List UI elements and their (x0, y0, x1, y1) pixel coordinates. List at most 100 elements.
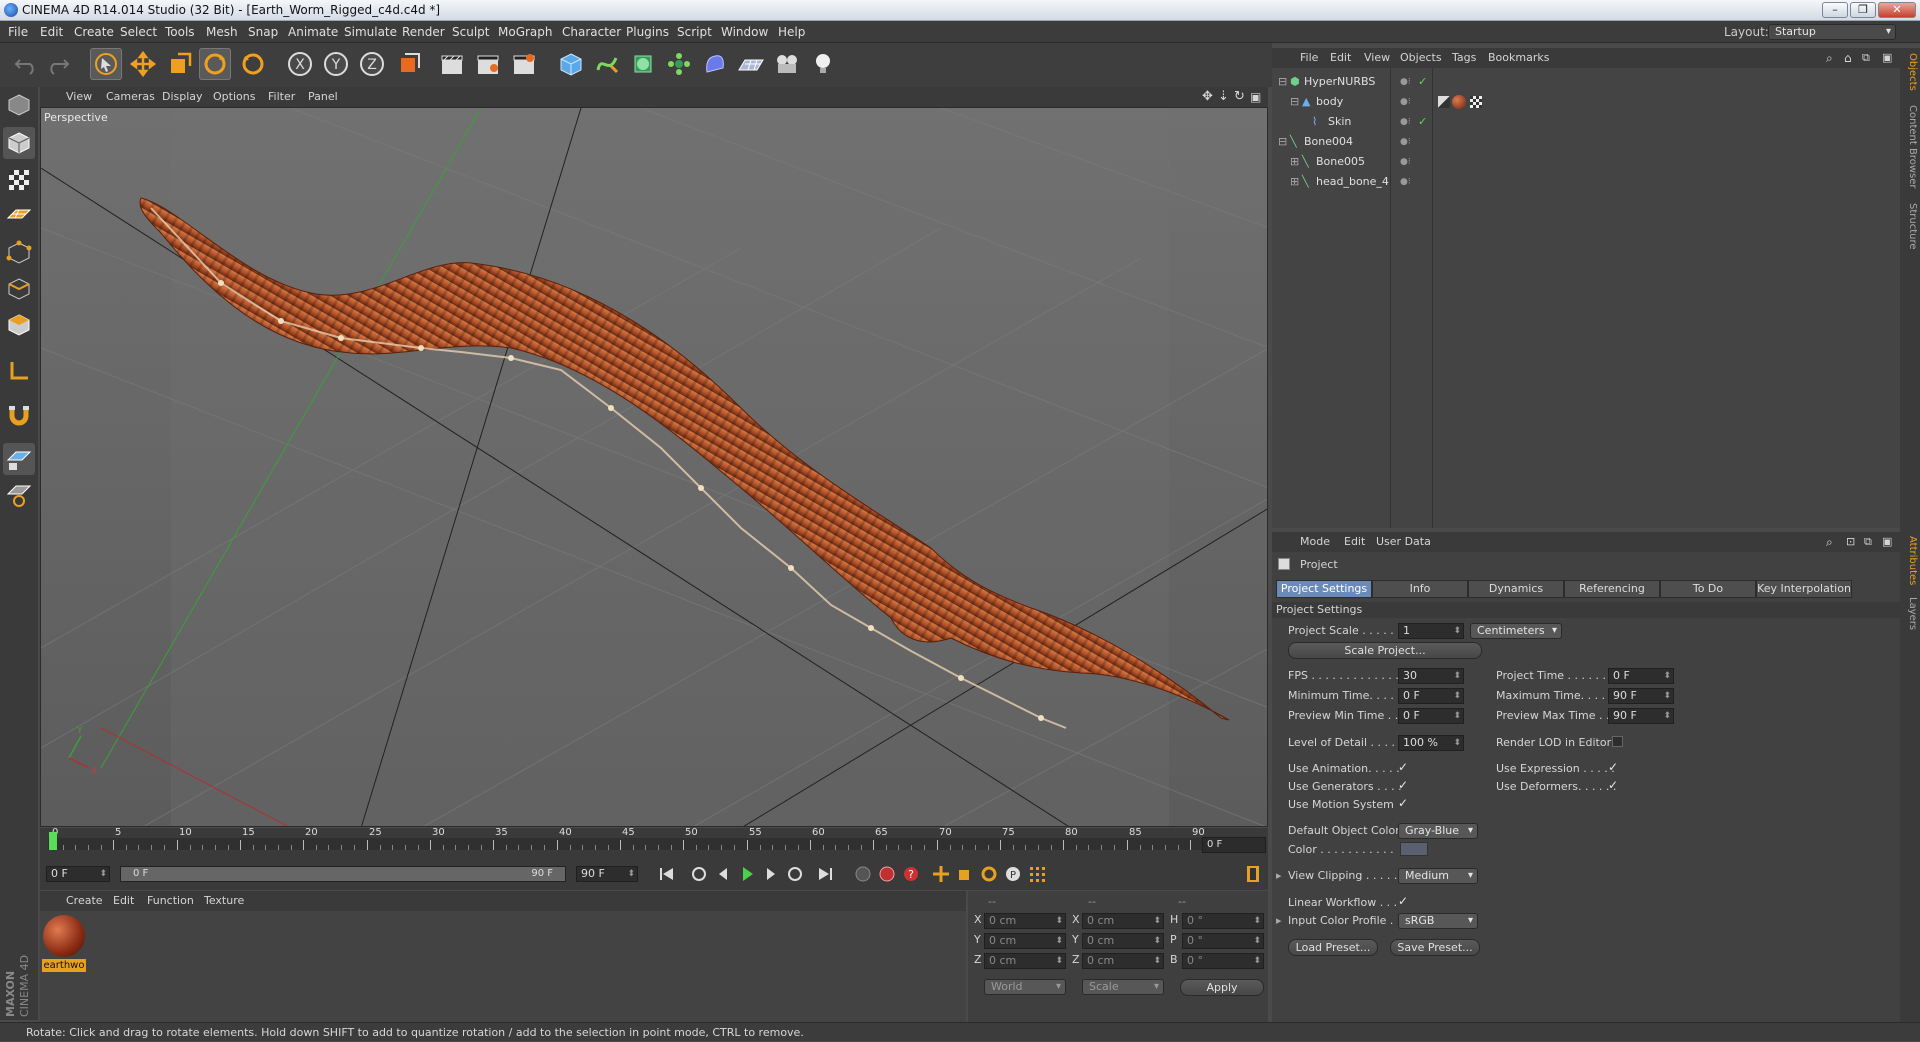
input-profile-dropdown[interactable]: sRGB (1398, 913, 1478, 929)
project-scale-unit-dropdown[interactable]: Centimeters (1470, 623, 1562, 639)
snap-toggle-button[interactable] (3, 399, 35, 431)
add-cube-button[interactable] (555, 48, 587, 80)
coordinate-space-dropdown[interactable]: World (984, 979, 1066, 995)
scale-tool-button[interactable] (164, 48, 196, 80)
prev-key-button[interactable] (686, 861, 712, 887)
tab-dynamics[interactable]: Dynamics (1468, 580, 1564, 598)
rotate-tool-button[interactable] (199, 48, 231, 80)
play-button[interactable] (734, 861, 760, 887)
material-menu-function[interactable]: Function (147, 891, 194, 911)
rotation-h-field[interactable]: 0 ° (1182, 913, 1264, 929)
menu-sculpt[interactable]: Sculpt (452, 21, 489, 43)
position-z-field[interactable]: 0 cm (984, 953, 1066, 969)
object-row-hypernurbs[interactable]: ⊟ ⬢ HyperNURBS ●⁝ ✓ (1272, 72, 1900, 92)
viewport-zoom-icon[interactable]: ⇣ (1218, 87, 1229, 107)
viewport-menu-view[interactable]: View (66, 87, 92, 107)
viewport-rotate-icon[interactable]: ↻ (1234, 87, 1245, 107)
menu-file[interactable]: File (8, 21, 28, 43)
menu-help[interactable]: Help (778, 21, 805, 43)
timeline-ruler[interactable]: 051015202530354045505560657075808590 0 F (40, 827, 1268, 858)
attr-maximize-icon[interactable]: ▣ (1882, 532, 1892, 552)
object-row-bone005[interactable]: ⊞ ╲ Bone005 ●⁝ (1272, 152, 1900, 172)
new-attr-view-icon[interactable]: ⧉ (1864, 532, 1872, 552)
preview-min-field[interactable]: 0 F (1398, 708, 1464, 724)
planar-workplane-button[interactable] (3, 479, 35, 511)
render-view-button[interactable] (436, 48, 468, 80)
objects-menu-view[interactable]: View (1364, 48, 1390, 68)
key-pla-button[interactable] (1024, 861, 1050, 887)
tab-project-settings[interactable]: Project Settings (1276, 580, 1372, 598)
menu-create[interactable]: Create (74, 21, 114, 43)
maximize-button[interactable]: ❐ (1850, 2, 1876, 18)
default-color-dropdown[interactable]: Gray-Blue (1398, 823, 1478, 839)
attr-search-icon[interactable]: ⌕ (1826, 532, 1833, 552)
viewport-move-icon[interactable]: ✥ (1202, 87, 1213, 107)
axis-mode-button[interactable] (3, 355, 35, 387)
timeline-layout-button[interactable] (1240, 861, 1266, 887)
menu-simulate[interactable]: Simulate (344, 21, 397, 43)
color-swatch[interactable] (1400, 842, 1428, 856)
preview-max-field[interactable]: 90 F (1608, 708, 1674, 724)
texture-tag-icon[interactable] (1438, 96, 1450, 108)
menu-mesh[interactable]: Mesh (206, 21, 238, 43)
workplane-mode-button[interactable] (3, 199, 35, 231)
viewport-maximize-icon[interactable]: ▣ (1250, 87, 1261, 107)
position-x-field[interactable]: 0 cm (984, 913, 1066, 929)
fps-field[interactable]: 30 (1398, 668, 1464, 684)
objects-menu-edit[interactable]: Edit (1330, 48, 1351, 68)
add-light-button[interactable] (807, 48, 839, 80)
lod-field[interactable]: 100 % (1398, 735, 1464, 751)
render-settings-button[interactable] (508, 48, 540, 80)
current-frame-field[interactable]: 0 F (1202, 837, 1266, 853)
menu-tools[interactable]: Tools (165, 21, 195, 43)
start-frame-field[interactable]: 0 F (46, 866, 110, 882)
attr-menu-mode[interactable]: Mode (1300, 532, 1330, 552)
move-tool-button[interactable] (127, 48, 159, 80)
y-axis-lock-button[interactable]: Y (320, 48, 352, 80)
object-row-bone004[interactable]: ⊟ ╲ Bone004 ●⁝ (1272, 132, 1900, 152)
add-array-button[interactable] (663, 48, 695, 80)
z-axis-lock-button[interactable]: Z (356, 48, 388, 80)
points-mode-button[interactable] (3, 237, 35, 269)
view-clipping-dropdown[interactable]: Medium (1398, 868, 1478, 884)
viewport-menu-cameras[interactable]: Cameras (106, 87, 155, 107)
position-y-field[interactable]: 0 cm (984, 933, 1066, 949)
load-preset-button[interactable]: Load Preset... (1288, 939, 1378, 956)
next-frame-button[interactable] (758, 861, 784, 887)
redo-button[interactable] (42, 48, 74, 80)
use-generators-checkbox[interactable]: ✓ (1398, 779, 1410, 791)
record-keys-button[interactable] (850, 861, 876, 887)
workplane-lock-button[interactable] (3, 443, 35, 475)
rotation-b-field[interactable]: 0 ° (1182, 953, 1264, 969)
search-icon[interactable]: ⌕ (1826, 48, 1833, 68)
project-time-field[interactable]: 0 F (1608, 668, 1674, 684)
render-picture-viewer-button[interactable] (472, 48, 504, 80)
home-icon[interactable]: ⌂ (1844, 48, 1852, 68)
side-tab-objects[interactable]: Objects (1902, 52, 1918, 92)
autokey-button[interactable] (874, 861, 900, 887)
menu-character[interactable]: Character (562, 21, 621, 43)
expand-arrow-icon[interactable]: ▸ (1276, 869, 1282, 882)
min-time-field[interactable]: 0 F (1398, 688, 1464, 704)
menu-edit[interactable]: Edit (40, 21, 63, 43)
edges-mode-button[interactable] (3, 273, 35, 305)
x-axis-lock-button[interactable]: X (284, 48, 316, 80)
panel-maximize-icon[interactable]: ▣ (1882, 48, 1892, 68)
add-deformer-button[interactable] (699, 48, 731, 80)
new-view-icon[interactable]: ⧉ (1862, 48, 1870, 68)
render-lod-checkbox[interactable] (1612, 736, 1623, 747)
scale-project-button[interactable]: Scale Project... (1288, 642, 1482, 659)
project-scale-field[interactable]: 1 (1398, 623, 1464, 639)
expand-arrow-icon[interactable]: ▸ (1276, 914, 1282, 927)
material-item-earthworm[interactable]: earthwo (42, 915, 86, 975)
object-row-skin[interactable]: ⌇ Skin ●⁝ ✓ (1272, 112, 1900, 132)
coordinate-system-button[interactable] (393, 48, 425, 80)
viewport-menu-panel[interactable]: Panel (308, 87, 338, 107)
tab-info[interactable]: Info (1372, 580, 1468, 598)
perspective-viewport[interactable]: Y X Perspective (40, 107, 1268, 827)
playhead[interactable] (49, 832, 57, 850)
viewport-menu-filter[interactable]: Filter (268, 87, 295, 107)
visibility-dots[interactable]: ●⁝ (1400, 112, 1411, 132)
material-tag-icon[interactable] (1452, 95, 1466, 109)
add-spline-button[interactable] (591, 48, 623, 80)
